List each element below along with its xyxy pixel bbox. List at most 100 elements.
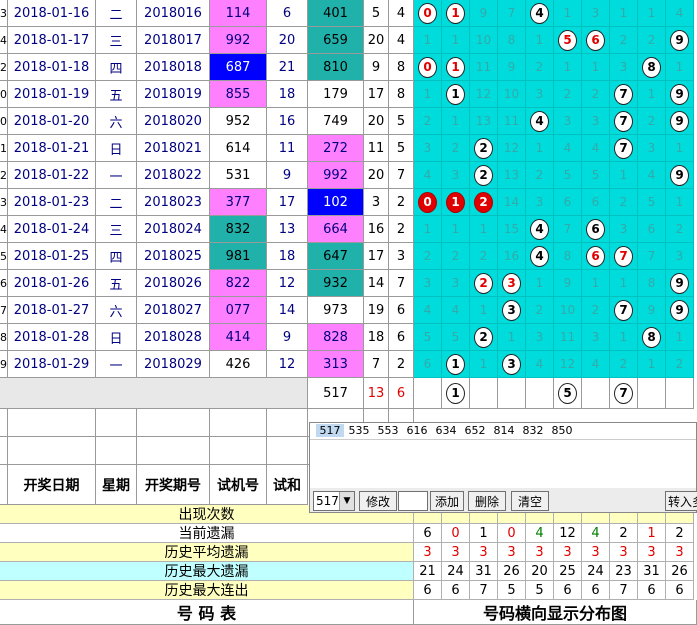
cell-span: 3 xyxy=(389,243,414,270)
miss-count: 8 xyxy=(507,33,516,47)
dist-cell: 7 xyxy=(554,216,582,243)
miss-count: 5 xyxy=(591,168,600,182)
cell-tr: 12 xyxy=(267,351,308,378)
miss-count: 9 xyxy=(507,60,516,74)
cell-tr: 12 xyxy=(267,270,308,297)
miss-count: 3 xyxy=(591,330,600,344)
dist-cell: 3 xyxy=(498,270,526,297)
miss-count: 1 xyxy=(647,87,656,101)
number-ball: 5 xyxy=(558,382,577,404)
import-button[interactable]: 转入多 xyxy=(665,491,697,511)
cell-tr: 13 xyxy=(267,216,308,243)
dist-cell: 6 xyxy=(414,351,442,378)
dist-cell: 5 xyxy=(554,27,582,54)
stat-label: 历史平均遗漏 xyxy=(0,543,414,562)
cell-sum: 5 xyxy=(364,0,389,27)
dist-cell: 6 xyxy=(554,189,582,216)
dist-cell: 1 xyxy=(526,135,554,162)
stat-value: 21 xyxy=(414,562,442,581)
dist-cell: 2 xyxy=(582,81,610,108)
miss-count: 3 xyxy=(591,114,600,128)
number-ball: 9 xyxy=(670,110,689,132)
number-ball: 7 xyxy=(614,299,633,321)
cell-span: 4 xyxy=(389,0,414,27)
miss-count: 1 xyxy=(675,141,684,155)
number-list-item[interactable]: 616 xyxy=(403,424,431,437)
miss-count: 1 xyxy=(591,60,600,74)
number-area[interactable] xyxy=(310,440,696,488)
dist-cell: 9 xyxy=(554,270,582,297)
stat-label: 历史最大遗漏 xyxy=(0,562,414,581)
delete-button[interactable]: 删除 xyxy=(468,491,506,511)
stat-value: 26 xyxy=(498,562,526,581)
cell-span: 2 xyxy=(389,189,414,216)
miss-count: 2 xyxy=(535,303,544,317)
cell-tr: 6 xyxy=(267,0,308,27)
number-ball: 7 xyxy=(614,245,633,267)
miss-count: 11 xyxy=(559,330,576,344)
table-row: 1 2018-01-21 日 2018021 614 11 272 11 5 3 2 2 12 1 4 4 7 3… xyxy=(0,135,697,162)
miss-count: 1 xyxy=(535,33,544,47)
miss-count: 1 xyxy=(423,33,432,47)
number-ball: 2 xyxy=(474,164,493,186)
miss-count: 2 xyxy=(647,114,656,128)
cell-span: 2 xyxy=(389,351,414,378)
cell-date: 2018-01-27 xyxy=(8,297,96,324)
dist-cell: 3 xyxy=(582,324,610,351)
miss-count: 7 xyxy=(507,6,516,20)
cell-date: 2018-01-16 xyxy=(8,0,96,27)
add-button[interactable]: 添加 xyxy=(430,491,464,511)
blank-cell xyxy=(96,437,137,465)
number-list-item[interactable]: 634 xyxy=(432,424,460,437)
dist-cell: 3 xyxy=(610,54,638,81)
miss-count: 10 xyxy=(475,33,492,47)
number-list-item[interactable]: 652 xyxy=(461,424,489,437)
miss-count: 11 xyxy=(475,60,492,74)
header-test: 试机号 xyxy=(210,465,267,505)
blank-cell xyxy=(8,409,96,437)
pending-blank xyxy=(0,378,308,409)
distribution-row: 5 5 2 1 3 11 3 1 8 1 xyxy=(414,324,697,351)
dist-cell: 14 xyxy=(498,189,526,216)
number-list-item[interactable]: 832 xyxy=(519,424,547,437)
cell-sum: 18 xyxy=(364,324,389,351)
dist-cell: 1 xyxy=(442,189,470,216)
stat-value: 31 xyxy=(638,562,666,581)
number-input[interactable] xyxy=(398,491,428,511)
dist-cell: 11 xyxy=(554,324,582,351)
cell-issue: 2018022 xyxy=(137,162,210,189)
dist-cell: 3 xyxy=(442,162,470,189)
dist-cell: 5 xyxy=(638,189,666,216)
distribution-row: 4 3 2 13 2 5 5 1 4 9 xyxy=(414,162,697,189)
number-list-item[interactable]: 850 xyxy=(548,424,576,437)
number-list-item[interactable]: 517 xyxy=(316,424,344,437)
chevron-down-icon[interactable]: ▼ xyxy=(339,492,354,510)
pending-dist-cell: 7 xyxy=(610,378,638,409)
dist-cell: 9 xyxy=(666,162,694,189)
table-row: 9 2018-01-29 一 2018029 426 12 313 7 2 6 1 1 3 4 12 4 2 1 2 xyxy=(0,351,697,378)
dist-cell: 2 xyxy=(610,351,638,378)
distribution-row: 1 1 1 15 4 7 6 3 6 2 xyxy=(414,216,697,243)
stat-row: 历史平均遗漏 3 3 3 3 3 3 3 3 3 3 xyxy=(0,543,697,562)
number-list-item[interactable]: 553 xyxy=(374,424,402,437)
clear-button[interactable]: 清空 xyxy=(511,491,549,511)
dist-cell: 8 xyxy=(554,243,582,270)
miss-count: 2 xyxy=(535,60,544,74)
cell-issue: 2018024 xyxy=(137,216,210,243)
miss-count: 2 xyxy=(423,249,432,263)
miss-count: 1 xyxy=(619,168,628,182)
number-list-item[interactable]: 814 xyxy=(490,424,518,437)
miss-count: 7 xyxy=(647,249,656,263)
number-select[interactable]: 517 ▼ xyxy=(313,491,355,511)
modify-button[interactable]: 修改 xyxy=(359,491,397,511)
miss-count: 16 xyxy=(503,249,520,263)
dist-cell: 7 xyxy=(610,297,638,324)
dist-cell: 13 xyxy=(498,162,526,189)
miss-count: 3 xyxy=(535,87,544,101)
cell-test: 855 xyxy=(210,81,267,108)
stat-value: 6 xyxy=(414,524,442,543)
dist-cell: 1 xyxy=(442,351,470,378)
number-ball: 1 xyxy=(446,2,465,24)
miss-count: 5 xyxy=(563,168,572,182)
number-list-item[interactable]: 535 xyxy=(345,424,373,437)
